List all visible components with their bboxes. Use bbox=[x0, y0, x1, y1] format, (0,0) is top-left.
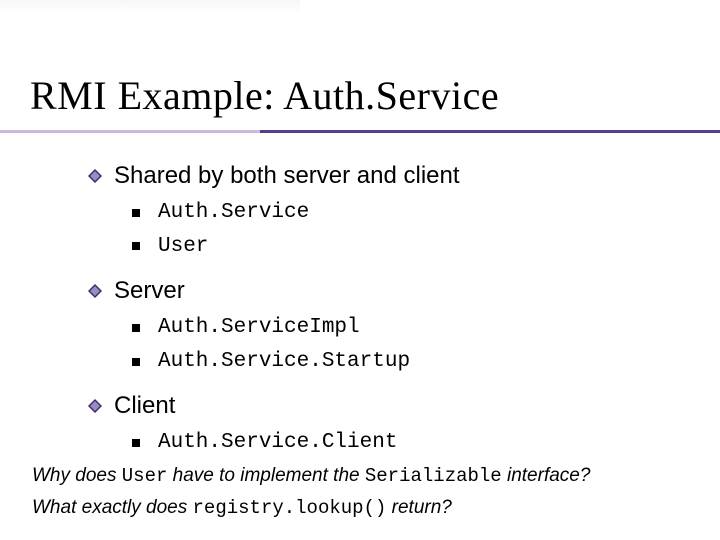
diamond-icon bbox=[88, 284, 102, 298]
client-item-0: Auth.Service.Client bbox=[158, 426, 397, 460]
bullet-client: Client bbox=[88, 392, 688, 420]
q1-mid: have to implement the bbox=[167, 465, 365, 486]
q1-pre: Why does bbox=[32, 465, 122, 486]
q2-code-lookup: registry.lookup() bbox=[193, 497, 387, 519]
client-sublist: Auth.Service.Client bbox=[132, 426, 688, 460]
square-icon bbox=[132, 242, 140, 250]
server-item-0: Auth.ServiceImpl bbox=[158, 311, 360, 345]
q1-code-serializable: Serializable bbox=[365, 465, 502, 487]
questions-block: Why does User have to implement the Seri… bbox=[32, 460, 692, 525]
shared-sublist: Auth.Service User bbox=[132, 196, 688, 263]
q1-code-user: User bbox=[122, 465, 168, 487]
bullet-client-label: Client bbox=[114, 392, 175, 420]
square-icon bbox=[132, 358, 140, 366]
bullet-shared: Shared by both server and client bbox=[88, 162, 688, 190]
underline-dark bbox=[260, 130, 720, 133]
content-area: Shared by both server and client Auth.Se… bbox=[88, 162, 688, 460]
square-icon bbox=[132, 209, 140, 217]
bullet-server: Server bbox=[88, 277, 688, 305]
list-item: Auth.Service.Startup bbox=[132, 345, 688, 379]
server-item-1: Auth.Service.Startup bbox=[158, 345, 410, 379]
question-1: Why does User have to implement the Seri… bbox=[32, 460, 692, 492]
list-item: Auth.ServiceImpl bbox=[132, 311, 688, 345]
slide-title: RMI Example: Auth.Service bbox=[30, 72, 499, 119]
shared-item-0: Auth.Service bbox=[158, 196, 309, 230]
square-icon bbox=[132, 324, 140, 332]
bullet-server-label: Server bbox=[114, 277, 185, 305]
title-underline bbox=[0, 130, 720, 133]
decorative-strip bbox=[0, 0, 300, 14]
slide: RMI Example: Auth.Service Shared by both… bbox=[0, 0, 720, 540]
list-item: Auth.Service bbox=[132, 196, 688, 230]
question-2: What exactly does registry.lookup() retu… bbox=[32, 492, 692, 524]
list-item: Auth.Service.Client bbox=[132, 426, 688, 460]
list-item: User bbox=[132, 230, 688, 264]
diamond-icon bbox=[88, 169, 102, 183]
server-sublist: Auth.ServiceImpl Auth.Service.Startup bbox=[132, 311, 688, 378]
shared-item-1: User bbox=[158, 230, 208, 264]
diamond-icon bbox=[88, 399, 102, 413]
square-icon bbox=[132, 439, 140, 447]
q2-pre: What exactly does bbox=[32, 497, 193, 518]
bullet-shared-label: Shared by both server and client bbox=[114, 162, 460, 190]
q2-post: return? bbox=[386, 497, 451, 518]
q1-post: interface? bbox=[502, 465, 591, 486]
underline-light bbox=[0, 130, 260, 133]
